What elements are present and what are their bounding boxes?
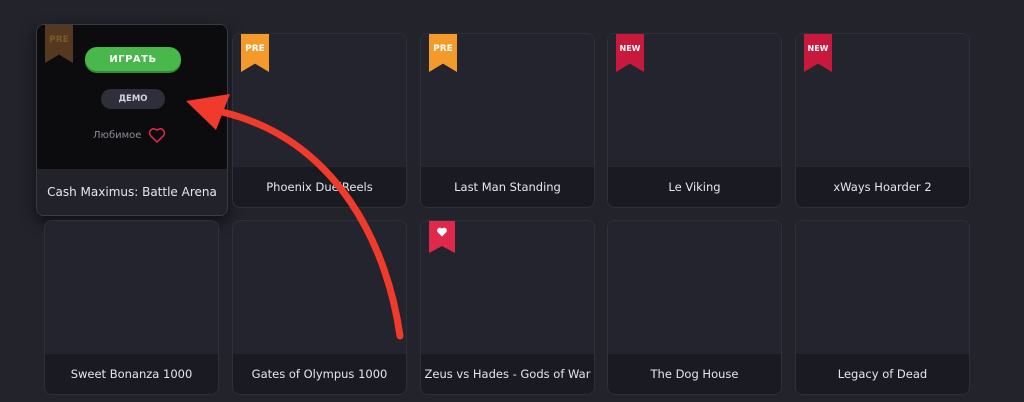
favorite-heart-icon	[437, 227, 447, 237]
game-title[interactable]: Last Man Standing	[421, 167, 594, 207]
game-title[interactable]: The Dog House	[608, 354, 781, 394]
game-title[interactable]: Cash Maximus: Battle Arena	[37, 169, 227, 215]
game-title[interactable]: Phoenix DuelReels	[233, 167, 406, 207]
game-card[interactable]: PRE Last Man Standing	[420, 33, 595, 208]
game-thumbnail	[796, 221, 969, 354]
game-card[interactable]: NEW Le Viking	[607, 33, 782, 208]
game-title[interactable]: Zeus vs Hades - Gods of War	[421, 354, 594, 394]
favorite-label: Любимое	[93, 129, 142, 141]
game-title[interactable]: Le Viking	[608, 167, 781, 207]
game-card[interactable]: NEW xWays Hoarder 2	[795, 33, 970, 208]
favorite-toggle[interactable]: Любимое	[93, 125, 167, 145]
game-card[interactable]: PRE Phoenix DuelReels	[232, 33, 407, 208]
demo-button[interactable]: ДЕМО	[101, 89, 165, 109]
game-thumbnail	[45, 221, 218, 354]
game-card[interactable]: Legacy of Dead	[795, 220, 970, 395]
game-card[interactable]: Sweet Bonanza 1000	[44, 220, 219, 395]
game-title[interactable]: xWays Hoarder 2	[796, 167, 969, 207]
heart-outline-icon[interactable]	[147, 125, 167, 145]
game-card[interactable]: Gates of Olympus 1000	[232, 220, 407, 395]
game-title[interactable]: Legacy of Dead	[796, 354, 969, 394]
game-card[interactable]: Zeus vs Hades - Gods of War	[420, 220, 595, 395]
game-thumbnail	[608, 221, 781, 354]
play-button[interactable]: ИГРАТЬ	[85, 47, 181, 71]
game-card[interactable]: The Dog House	[607, 220, 782, 395]
game-title[interactable]: Gates of Olympus 1000	[233, 354, 406, 394]
game-thumbnail	[233, 221, 406, 354]
game-card[interactable]: PRE ИГРАТЬ ДЕМО Любимое Cash Maximus: Ba…	[36, 24, 228, 216]
game-title[interactable]: Sweet Bonanza 1000	[45, 354, 218, 394]
